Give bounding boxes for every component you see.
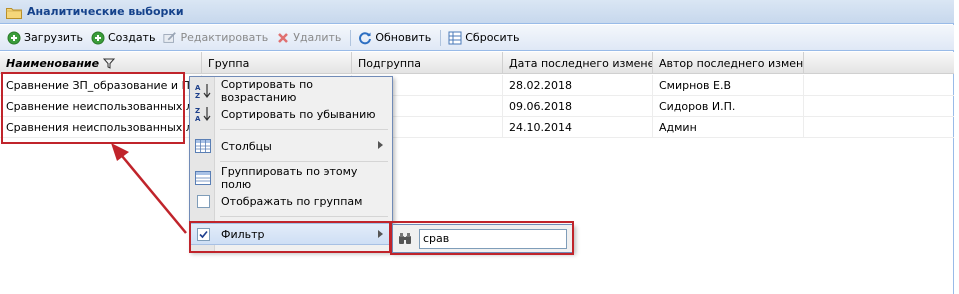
add-icon bbox=[7, 31, 21, 45]
load-button-label: Загрузить bbox=[24, 31, 83, 44]
filter-item-highlight-frame bbox=[189, 221, 391, 253]
column-header-date-label: Дата последнего измене… bbox=[509, 56, 653, 70]
folder-icon bbox=[6, 6, 22, 19]
cell-date: 28.02.2018 bbox=[503, 75, 653, 96]
delete-button[interactable]: Удалить bbox=[273, 27, 344, 49]
columns-icon bbox=[191, 135, 215, 157]
menu-separator bbox=[220, 161, 388, 162]
filter-icon bbox=[103, 58, 116, 69]
column-header-subgroup-label: Подгруппа bbox=[358, 56, 422, 70]
column-header-name[interactable]: Наименование bbox=[0, 52, 202, 74]
column-header-group[interactable]: Группа bbox=[202, 52, 352, 74]
svg-text:A: A bbox=[195, 115, 201, 123]
svg-text:Z: Z bbox=[195, 107, 200, 115]
menu-item-sort-asc-label: Сортировать по возрастанию bbox=[220, 78, 314, 104]
menu-item-columns-label: Столбцы bbox=[221, 139, 272, 153]
submenu-arrow-icon bbox=[378, 141, 383, 149]
edit-button-label: Редактировать bbox=[180, 31, 269, 44]
menu-item-show-groups-label: Отображать по группам bbox=[221, 194, 363, 208]
menu-separator bbox=[220, 129, 388, 130]
menu-item-sort-desc[interactable]: ZA Сортировать по убыванию bbox=[191, 103, 391, 125]
refresh-icon bbox=[358, 31, 372, 45]
menu-item-columns[interactable]: Столбцы bbox=[191, 135, 391, 157]
svg-text:Z: Z bbox=[195, 92, 200, 100]
cell-author: Сидоров И.П. bbox=[653, 96, 804, 117]
toolbar-separator bbox=[350, 29, 352, 46]
toolbar-separator bbox=[440, 29, 442, 46]
panel-title: Аналитические выборки bbox=[27, 5, 184, 18]
refresh-button[interactable]: Обновить bbox=[355, 27, 434, 49]
create-button-label: Создать bbox=[107, 31, 156, 44]
column-header-subgroup[interactable]: Подгруппа bbox=[352, 52, 503, 74]
column-header-author-label: Автор последнего измен… bbox=[659, 56, 804, 70]
cell-date: 09.06.2018 bbox=[503, 96, 653, 117]
grid-header: Наименование Группа Подгруппа Дата после… bbox=[0, 52, 954, 74]
cell-author: Смирнов Е.В bbox=[653, 75, 804, 96]
svg-text:A: A bbox=[195, 84, 201, 92]
create-button[interactable]: Создать bbox=[88, 27, 159, 49]
edit-button[interactable]: Редактировать bbox=[160, 27, 271, 49]
filter-input-highlight-frame bbox=[390, 221, 574, 255]
group-by-icon bbox=[191, 167, 215, 189]
column-header-name-label: Наименование bbox=[6, 56, 100, 70]
refresh-button-label: Обновить bbox=[375, 31, 432, 44]
menu-item-group-by[interactable]: Группировать по этому полю bbox=[191, 165, 391, 191]
reset-grid-icon bbox=[448, 31, 462, 45]
delete-icon bbox=[276, 31, 290, 45]
column-header-group-label: Группа bbox=[208, 56, 250, 70]
menu-item-sort-desc-label: Сортировать по убыванию bbox=[221, 107, 376, 121]
sort-descending-icon: ZA bbox=[191, 103, 215, 125]
delete-button-label: Удалить bbox=[293, 31, 342, 44]
reset-button[interactable]: Сбросить bbox=[445, 27, 522, 49]
panel-titlebar: Аналитические выборки bbox=[0, 0, 954, 24]
reset-button-label: Сбросить bbox=[465, 31, 520, 44]
sort-ascending-icon: AZ bbox=[191, 80, 215, 102]
column-header-date[interactable]: Дата последнего измене… bbox=[503, 52, 653, 74]
show-groups-checkbox[interactable] bbox=[191, 190, 215, 212]
column-header-author[interactable]: Автор последнего измен… bbox=[653, 52, 804, 74]
menu-separator bbox=[220, 216, 388, 217]
rows-highlight-frame bbox=[1, 72, 185, 144]
load-button[interactable]: Загрузить bbox=[4, 27, 86, 49]
edit-icon bbox=[163, 31, 177, 45]
add-icon bbox=[91, 31, 105, 45]
cell-author: Админ bbox=[653, 117, 804, 138]
menu-item-sort-asc[interactable]: AZ Сортировать по возрастанию bbox=[191, 78, 391, 104]
menu-item-group-by-label: Группировать по этому полю bbox=[220, 165, 358, 191]
menu-item-show-groups[interactable]: Отображать по группам bbox=[191, 190, 391, 212]
cell-date: 24.10.2014 bbox=[503, 117, 653, 138]
toolbar: Загрузить Создать Редактировать Удалить bbox=[0, 25, 954, 51]
